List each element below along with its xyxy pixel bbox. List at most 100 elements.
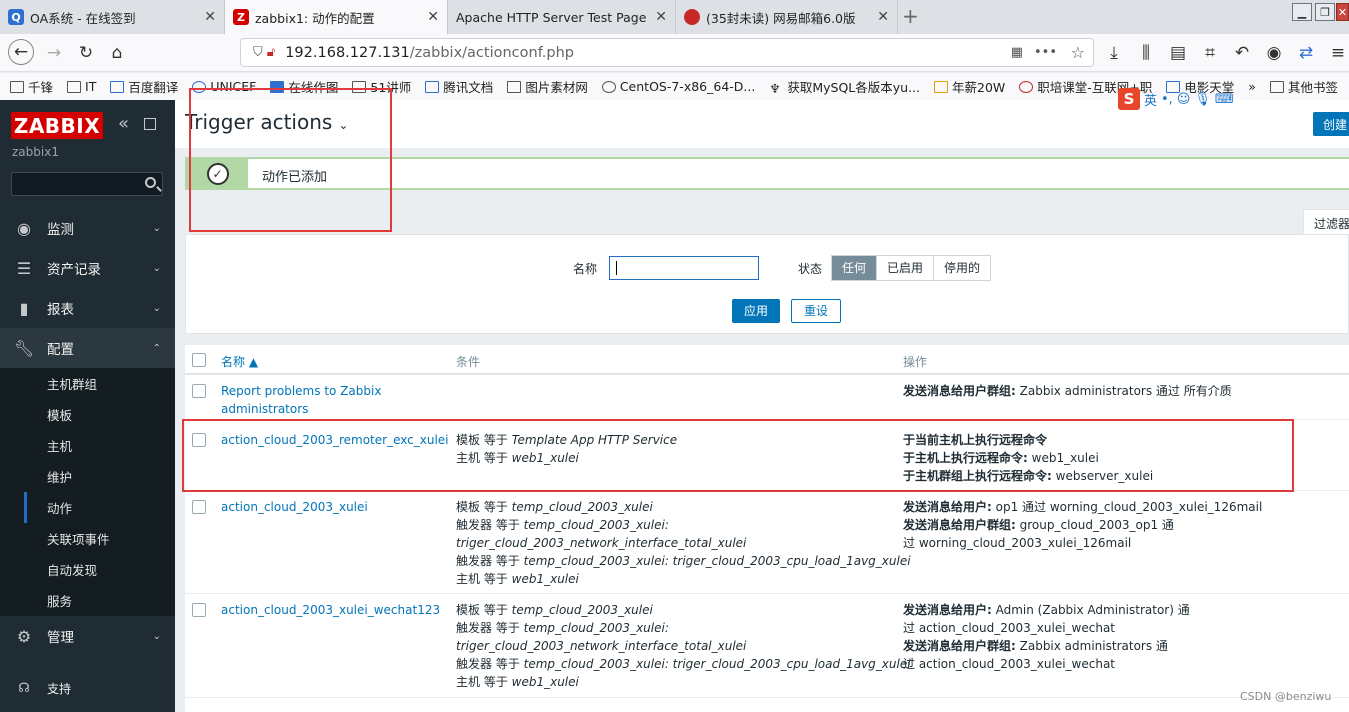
bookmark-item[interactable]: 腾讯文档 bbox=[425, 77, 493, 96]
address-bar[interactable]: ⛉ 🔓︎ 192.168.127.131/zabbix/actionconf.p… bbox=[240, 38, 1094, 67]
table-header: 名称 ▲ 条件 操作 bbox=[185, 345, 1349, 375]
forward-arrow-icon[interactable]: → bbox=[42, 42, 66, 64]
bookmark-item[interactable]: 其他书签 bbox=[1269, 77, 1338, 96]
browser-tab-oa[interactable]: Q OA系统 - 在线签到 ✕ bbox=[0, 0, 225, 34]
tab-close-icon[interactable]: ✕ bbox=[655, 9, 667, 25]
filter-tab[interactable]: 过滤器 bbox=[1303, 209, 1349, 235]
window-close-icon[interactable]: ✕ bbox=[1336, 3, 1349, 21]
baidu-translate-icon bbox=[110, 80, 125, 93]
status-option-disabled[interactable]: 停用的 bbox=[934, 256, 991, 280]
tab-close-icon[interactable]: ✕ bbox=[427, 9, 439, 25]
bookmark-item[interactable]: 千锋 bbox=[10, 77, 53, 96]
undo-icon[interactable]: ↶ bbox=[1230, 42, 1254, 64]
operation-type: 发送消息给用户群组: bbox=[903, 384, 1016, 398]
action-name-link[interactable]: Report problems to Zabbix administrators bbox=[221, 382, 381, 418]
home-icon[interactable]: ⌂ bbox=[105, 42, 129, 64]
action-name-link[interactable]: action_cloud_2003_xulei_wechat123 bbox=[221, 601, 440, 619]
bookmark-item[interactable]: 图片素材网 bbox=[507, 77, 588, 96]
extension-icon[interactable]: ◉ bbox=[1262, 42, 1286, 64]
sidebar-toggle-icon[interactable]: ▤ bbox=[1166, 42, 1190, 64]
condition-type: 触发器 等于 bbox=[456, 657, 524, 671]
conditions-cell: 模板 等于 temp_cloud_2003_xulei 触发器 等于 temp_… bbox=[456, 601, 911, 691]
minimize-icon[interactable]: ▁ bbox=[1292, 3, 1312, 21]
browser-tab-apache[interactable]: Apache HTTP Server Test Page p ✕ bbox=[448, 0, 676, 34]
zabbix-logo[interactable]: ZABBIX bbox=[11, 112, 103, 139]
bookmark-item[interactable]: ♆ 获取MySQL各版本yu... bbox=[769, 77, 920, 96]
column-operations-header: 操作 bbox=[903, 355, 928, 369]
operation-detail: op1 通过 worning_cloud_2003_xulei_126mail bbox=[991, 500, 1263, 514]
row-checkbox[interactable] bbox=[192, 603, 206, 617]
table-row: Report problems to Zabbix administrators… bbox=[185, 376, 1349, 420]
folder-icon bbox=[507, 80, 522, 93]
filter-name-input[interactable] bbox=[609, 256, 759, 280]
collapse-sidebar-icon[interactable]: « bbox=[118, 113, 129, 134]
apply-button[interactable]: 应用 bbox=[732, 299, 781, 323]
bookmark-item[interactable]: 百度翻译 bbox=[110, 77, 178, 96]
microphone-icon[interactable]: 🎙︎ bbox=[1194, 92, 1211, 107]
keyboard-icon[interactable]: ⌨ bbox=[1215, 92, 1234, 107]
menu-icon[interactable]: ≡ bbox=[1326, 42, 1349, 64]
kiosk-mode-icon[interactable] bbox=[144, 118, 156, 130]
qrcode-icon[interactable]: ▦ bbox=[1011, 45, 1023, 60]
bookmarks-overflow-icon[interactable]: » bbox=[1248, 79, 1256, 94]
column-name-header[interactable]: 名称 ▲ bbox=[221, 353, 258, 370]
menu-label: 支持 bbox=[47, 681, 72, 696]
ime-toolbar[interactable]: S 英 •, ☺ 🎙︎ ⌨ bbox=[1118, 88, 1234, 110]
browser-tab-zabbix[interactable]: Z zabbix1: 动作的配置 ✕ bbox=[225, 0, 448, 34]
submenu-services[interactable]: 服务 bbox=[24, 585, 175, 616]
submenu-event-correlation[interactable]: 关联项事件 bbox=[24, 523, 175, 554]
bookmark-star-icon[interactable]: ☆ bbox=[1071, 43, 1085, 62]
ime-language[interactable]: 英 bbox=[1144, 90, 1157, 109]
library-icon[interactable]: ⫼ bbox=[1134, 42, 1158, 64]
menu-item-administration[interactable]: ⚙ 管理 ⌄ bbox=[0, 616, 175, 656]
bookmark-label: 千锋 bbox=[28, 80, 54, 95]
submenu-hosts[interactable]: 主机 bbox=[24, 430, 175, 461]
sync-icon[interactable]: ⇄ bbox=[1294, 42, 1318, 64]
submenu-actions[interactable]: 动作 bbox=[24, 492, 175, 523]
sidebar-search-input[interactable] bbox=[11, 172, 163, 196]
status-option-enabled[interactable]: 已启用 bbox=[877, 256, 935, 280]
reload-icon[interactable]: ↻ bbox=[74, 42, 98, 64]
bookmark-item[interactable]: IT bbox=[67, 79, 96, 94]
crop-icon[interactable]: ⌗ bbox=[1198, 42, 1222, 64]
back-arrow-icon[interactable]: ← bbox=[8, 39, 34, 65]
restore-icon[interactable]: ❐ bbox=[1315, 3, 1335, 21]
operation-detail: 过 action_cloud_2003_xulei_wechat bbox=[903, 621, 1116, 635]
select-all-checkbox[interactable] bbox=[192, 353, 206, 367]
menu-item-monitoring[interactable]: ◉ 监测 ⌄ bbox=[0, 208, 175, 248]
action-name-link[interactable]: action_cloud_2003_xulei bbox=[221, 498, 368, 516]
row-checkbox[interactable] bbox=[192, 500, 206, 514]
reset-button[interactable]: 重设 bbox=[791, 299, 842, 323]
condition-line: triger_cloud_2003_network_interface_tota… bbox=[456, 534, 911, 552]
menu-item-reports[interactable]: ▮ 报表 ⌄ bbox=[0, 288, 175, 328]
create-action-button[interactable]: 创建 bbox=[1313, 112, 1349, 136]
more-actions-icon[interactable]: ••• bbox=[1034, 45, 1057, 60]
menu-item-configuration[interactable]: 🔧︎ 配置 ⌃ bbox=[0, 328, 175, 368]
tab-close-icon[interactable]: ✕ bbox=[877, 9, 889, 25]
browser-tab-mail[interactable]: (35封未读) 网易邮箱6.0版 ✕ bbox=[676, 0, 898, 34]
submenu-discovery[interactable]: 自动发现 bbox=[24, 554, 175, 585]
condition-type: 主机 等于 bbox=[456, 675, 512, 689]
operation-detail: Zabbix administrators 通 bbox=[1015, 639, 1168, 653]
punctuation-icon[interactable]: •, bbox=[1161, 92, 1173, 107]
emoji-icon[interactable]: ☺ bbox=[1177, 92, 1191, 107]
shield-icon[interactable]: ⛉ bbox=[253, 45, 263, 60]
gear-icon: ⚙ bbox=[16, 626, 32, 646]
bookmark-item[interactable]: CentOS-7-x86_64-D... bbox=[601, 79, 755, 94]
condition-value: temp_cloud_2003_xulei: triger_cloud_2003… bbox=[523, 554, 911, 568]
submenu-templates[interactable]: 模板 bbox=[24, 399, 175, 430]
status-option-any[interactable]: 任何 bbox=[832, 256, 878, 280]
row-checkbox[interactable] bbox=[192, 384, 206, 398]
insecure-lock-icon[interactable]: 🔓︎ bbox=[267, 45, 275, 60]
menu-item-support[interactable]: ☊ 支持 bbox=[0, 668, 175, 708]
submenu-host-groups[interactable]: 主机群组 bbox=[24, 368, 175, 399]
menu-item-inventory[interactable]: ☰ 资产记录 ⌄ bbox=[0, 248, 175, 288]
tab-close-icon[interactable]: ✕ bbox=[204, 9, 216, 25]
new-tab-icon[interactable]: + bbox=[902, 4, 919, 28]
submenu-maintenance[interactable]: 维护 bbox=[24, 461, 175, 492]
search-icon[interactable] bbox=[145, 177, 156, 188]
table-row: action_cloud_2003_xulei 模板 等于 temp_cloud… bbox=[185, 491, 1349, 594]
bookmark-item[interactable]: 年薪20W bbox=[934, 77, 1005, 96]
download-icon[interactable]: ⤓ bbox=[1102, 42, 1126, 64]
condition-line: 模板 等于 temp_cloud_2003_xulei bbox=[456, 498, 911, 516]
